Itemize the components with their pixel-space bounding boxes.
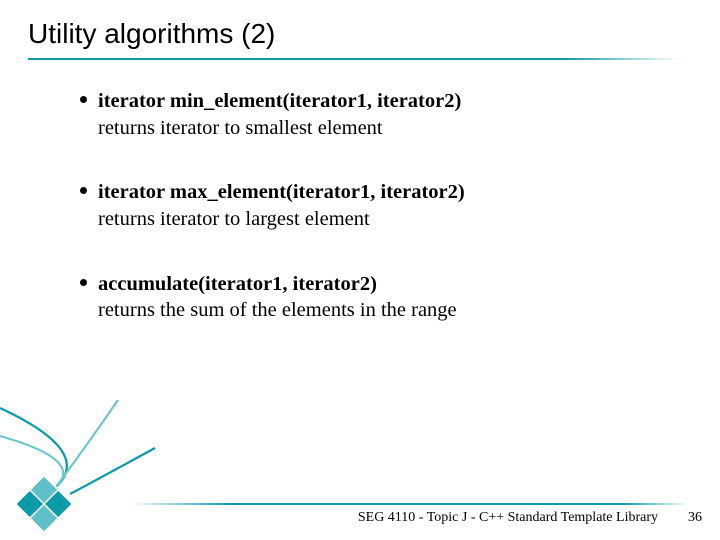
footer-rule-icon: [0, 503, 720, 505]
algorithm-signature: iterator min_element(iterator1, iterator…: [98, 90, 461, 112]
title-underline: [28, 58, 680, 60]
list-item: iterator min_element(iterator1, iterator…: [98, 88, 658, 141]
page-number: 36: [688, 510, 702, 526]
corner-decoration-icon: [0, 400, 200, 540]
slide: Utility algorithms (2) iterator min_elem…: [0, 0, 720, 540]
bullet-icon: [80, 187, 87, 194]
algorithm-description: returns iterator to smallest element: [98, 115, 658, 142]
bullet-icon: [80, 96, 87, 103]
algorithm-description: returns iterator to largest element: [98, 206, 658, 233]
footer-text: SEG 4110 - Topic J - C++ Standard Templa…: [358, 510, 658, 526]
slide-title: Utility algorithms (2): [28, 18, 692, 50]
algorithm-description: returns the sum of the elements in the r…: [98, 297, 658, 324]
list-item: iterator max_element(iterator1, iterator…: [98, 179, 658, 232]
algorithm-signature: accumulate(iterator1, iterator2): [98, 273, 377, 295]
algorithm-signature: iterator max_element(iterator1, iterator…: [98, 181, 465, 203]
slide-body: iterator min_element(iterator1, iterator…: [98, 88, 658, 362]
list-item: accumulate(iterator1, iterator2) returns…: [98, 271, 658, 324]
bullet-icon: [80, 279, 87, 286]
